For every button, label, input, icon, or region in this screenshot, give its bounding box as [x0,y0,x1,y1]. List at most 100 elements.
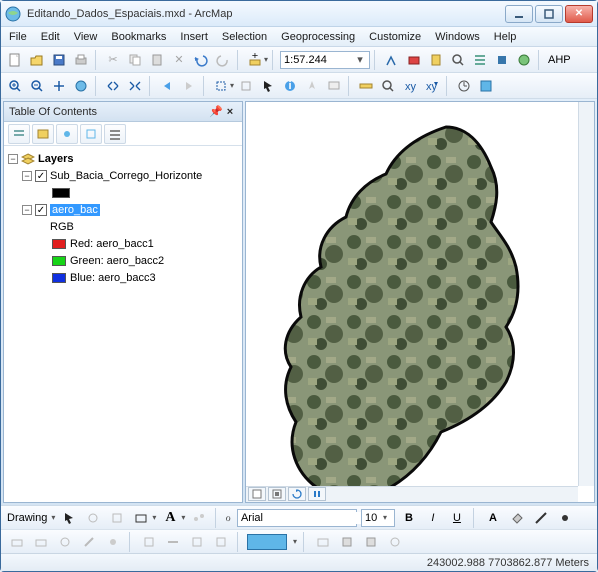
fixed-zoom-out-icon[interactable] [125,76,145,96]
go-to-xy-icon[interactable]: xy [422,76,442,96]
georef-icon-3[interactable] [55,532,75,552]
menu-customize[interactable]: Customize [369,31,421,43]
layer-checkbox[interactable]: ✓ [35,204,47,216]
close-button[interactable]: ✕ [565,5,593,23]
bold-button[interactable]: B [399,508,419,528]
rectangle-icon[interactable] [131,508,151,528]
list-by-drawing-order-icon[interactable] [8,124,30,144]
toolbox-icon[interactable] [404,50,424,70]
viewer-window-icon[interactable] [476,76,496,96]
layer1-symbol[interactable] [50,185,238,201]
menu-help[interactable]: Help [494,31,517,43]
dropdown-arrow-icon[interactable]: ▾ [264,55,268,64]
dropdown-arrow-icon[interactable]: ▾ [230,81,234,90]
hyperlink-icon[interactable] [302,76,322,96]
map-view[interactable] [245,101,595,503]
select-elements-icon[interactable] [59,508,79,528]
menu-bookmarks[interactable]: Bookmarks [111,31,166,43]
font-color-icon[interactable]: A [483,508,503,528]
georef-icon-1[interactable] [7,532,27,552]
zoom-out-icon[interactable] [27,76,47,96]
python-icon[interactable] [492,50,512,70]
cut-icon[interactable]: ✂ [103,50,123,70]
horizontal-scrollbar[interactable] [246,486,578,502]
chevron-down-icon[interactable]: ▾ [383,513,387,522]
menu-insert[interactable]: Insert [180,31,208,43]
minimize-button[interactable] [505,5,533,23]
chevron-down-icon[interactable]: ▾ [51,513,55,522]
maximize-button[interactable] [535,5,563,23]
back-extent-icon[interactable] [157,76,177,96]
collapse-icon[interactable]: − [8,154,18,164]
underline-button[interactable]: U [447,508,467,528]
data-view-tab[interactable] [248,487,266,501]
rotate-icon[interactable] [83,508,103,528]
menu-edit[interactable]: Edit [41,31,60,43]
chevron-down-icon[interactable]: ▾ [293,537,297,546]
blue-band-row[interactable]: Blue: aero_bacc3 [50,270,238,286]
collapse-icon[interactable]: − [22,205,32,215]
layout-view-tab[interactable] [268,487,286,501]
editor-toolbar-icon[interactable] [382,50,402,70]
time-slider-icon[interactable] [454,76,474,96]
line-color-icon[interactable] [531,508,551,528]
copy-icon[interactable] [125,50,145,70]
georef-icon-8[interactable] [187,532,207,552]
georef-icon-2[interactable] [31,532,51,552]
toc-close-icon[interactable]: × [223,106,237,118]
font-size-select[interactable]: ▾ [361,509,395,527]
italic-button[interactable]: I [423,508,443,528]
menu-geoprocessing[interactable]: Geoprocessing [281,31,355,43]
chevron-down-icon[interactable]: ▾ [152,513,156,522]
print-icon[interactable] [71,50,91,70]
identify-icon[interactable]: i [280,76,300,96]
text-icon[interactable]: A [160,508,180,528]
red-band-row[interactable]: Red: aero_bacc1 [50,236,238,252]
color-picker[interactable] [247,534,287,550]
georef-icon-12[interactable] [361,532,381,552]
georef-icon-10[interactable] [313,532,333,552]
chevron-down-icon[interactable]: ▾ [354,53,366,66]
georef-icon-11[interactable] [337,532,357,552]
full-extent-icon[interactable] [71,76,91,96]
drawing-label[interactable]: Drawing [7,512,47,524]
marker-color-icon[interactable] [555,508,575,528]
edit-vertices-icon[interactable] [189,508,209,528]
zoom-to-selected-icon[interactable] [107,508,127,528]
vertical-scrollbar[interactable] [578,102,594,486]
layer-checkbox[interactable]: ✓ [35,170,47,182]
font-select[interactable]: ▾ [237,509,357,527]
refresh-icon[interactable] [288,487,306,501]
scale-field[interactable] [284,54,354,66]
fill-color-icon[interactable] [507,508,527,528]
paste-icon[interactable] [147,50,167,70]
find-route-icon[interactable]: xy [400,76,420,96]
catalog-icon[interactable] [426,50,446,70]
menu-file[interactable]: File [9,31,27,43]
undo-icon[interactable] [191,50,211,70]
select-features-icon[interactable] [211,76,231,96]
layer-row-2[interactable]: − ✓ aero_bac [22,202,238,218]
layer-row-1[interactable]: − ✓ Sub_Bacia_Corrego_Horizonte [22,168,238,184]
redo-icon[interactable] [213,50,233,70]
measure-icon[interactable] [356,76,376,96]
georef-icon-7[interactable] [163,532,183,552]
pause-drawing-icon[interactable] [308,487,326,501]
menu-windows[interactable]: Windows [435,31,480,43]
list-by-source-icon[interactable] [32,124,54,144]
toc-root[interactable]: − Layers [8,151,238,167]
add-data-icon[interactable]: + [245,50,265,70]
ahp-label[interactable]: AHP [546,54,571,66]
forward-extent-icon[interactable] [179,76,199,96]
georef-icon-13[interactable] [385,532,405,552]
options-icon[interactable] [104,124,126,144]
georef-icon-5[interactable] [103,532,123,552]
html-popup-icon[interactable] [324,76,344,96]
toc-icon[interactable] [470,50,490,70]
collapse-icon[interactable]: − [22,171,32,181]
georef-icon-4[interactable] [79,532,99,552]
delete-icon[interactable]: ✕ [169,50,189,70]
search-icon[interactable] [448,50,468,70]
open-icon[interactable] [27,50,47,70]
new-doc-icon[interactable] [5,50,25,70]
